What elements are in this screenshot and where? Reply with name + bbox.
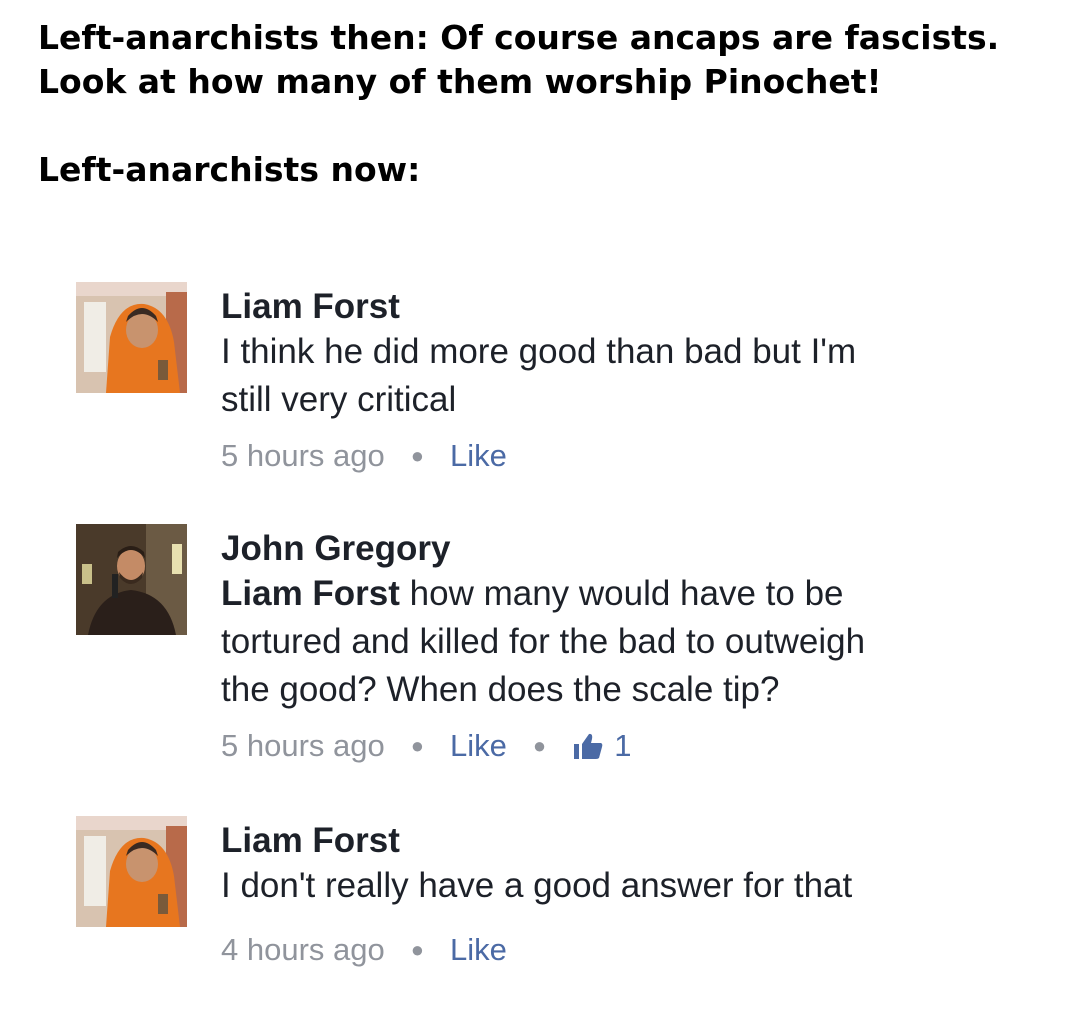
comment-meta: 5 hours ago ● Like	[221, 438, 1041, 474]
comment-meta: 5 hours ago ● Like ● 1	[221, 728, 1041, 764]
comment-meta: 4 hours ago ● Like	[221, 932, 1041, 968]
comment-author[interactable]: Liam Forst	[221, 286, 1041, 328]
comment-timestamp[interactable]: 5 hours ago	[221, 438, 385, 474]
thumbs-up-icon	[572, 732, 604, 760]
avatar[interactable]	[76, 816, 187, 927]
comment-text: I think he did more good than bad but I'…	[221, 332, 857, 419]
comment-author[interactable]: Liam Forst	[221, 820, 1041, 862]
mention-link[interactable]: Liam Forst	[221, 574, 400, 613]
comment-text: I don't really have a good answer for th…	[221, 866, 853, 905]
caption-line-3: Left-anarchists now:	[38, 150, 421, 190]
caption-line-2: Look at how many of them worship Pinoche…	[38, 62, 882, 102]
separator-dot: ●	[410, 733, 425, 758]
separator-dot: ●	[532, 733, 547, 758]
separator-dot: ●	[410, 937, 425, 962]
like-link[interactable]: Like	[450, 728, 507, 764]
comment-author[interactable]: John Gregory	[221, 528, 1041, 570]
like-link[interactable]: Like	[450, 438, 507, 474]
caption-line-1: Left-anarchists then: Of course ancaps a…	[38, 18, 1000, 57]
like-count[interactable]: 1	[614, 728, 631, 764]
avatar[interactable]	[76, 524, 187, 635]
meme-caption: Left-anarchists then: Of course ancaps a…	[38, 16, 1068, 193]
comment-text: Liam Forst how many would have to be tor…	[221, 570, 1041, 714]
comment-timestamp[interactable]: 4 hours ago	[221, 932, 385, 968]
like-link[interactable]: Like	[450, 932, 507, 968]
avatar[interactable]	[76, 282, 187, 393]
comment-timestamp[interactable]: 5 hours ago	[221, 728, 385, 764]
separator-dot: ●	[410, 443, 425, 468]
